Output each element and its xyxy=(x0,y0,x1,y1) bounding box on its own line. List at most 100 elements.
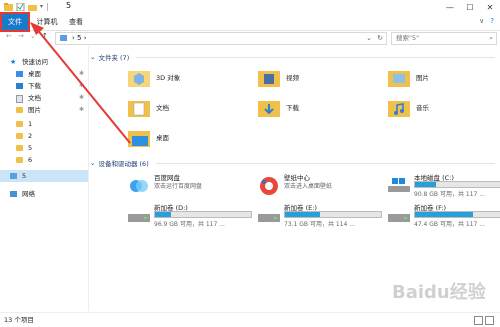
breadcrumb-chevron-icon: › xyxy=(83,34,87,42)
nav-item-folder-5[interactable]: 5 xyxy=(0,142,88,154)
chevron-down-icon: ⌄ xyxy=(90,159,96,167)
drive-usage-fill xyxy=(415,212,473,217)
music-icon xyxy=(388,101,410,117)
title-bar: ▾ | 5 — ☐ ✕ xyxy=(0,0,500,15)
folder-icon xyxy=(16,157,23,163)
item-count: 13 个项目 xyxy=(4,316,34,324)
nav-item-folder-1[interactable]: 1 xyxy=(0,118,88,130)
folders-section-header[interactable]: ⌄ 文件夹 (7) xyxy=(90,52,495,62)
device-wallpaper-center[interactable]: 壁纸中心 双击进入桌面壁纸 xyxy=(258,172,383,200)
content-pane: ⌄ 文件夹 (7) 3D 对象 视频 图片 文档 下载 音乐 桌面 ⌄ 设备和驱… xyxy=(90,46,500,311)
nav-item-downloads[interactable]: 下载 ✱ xyxy=(0,80,88,92)
section-title: 文件夹 (7) xyxy=(98,54,130,62)
drive-c[interactable]: 本地磁盘 (C:) 90.8 GB 可用，共 117 ... xyxy=(388,172,500,200)
tab-view[interactable]: 查看 xyxy=(66,14,86,30)
drive-usage-fill xyxy=(285,212,320,217)
new-folder-icon[interactable] xyxy=(28,3,37,11)
recent-dropdown-icon[interactable]: ⌄ xyxy=(30,32,36,40)
close-button[interactable]: ✕ xyxy=(480,0,500,14)
pin-icon[interactable]: ✱ xyxy=(79,80,84,92)
address-dropdown-icon[interactable]: ⌄ xyxy=(366,33,372,44)
ribbon-tabs: 文件 计算机 查看 ∨ ? xyxy=(0,12,500,32)
address-bar[interactable]: › 5 › ⌄ ↻ xyxy=(55,32,387,45)
network-icon xyxy=(10,191,17,197)
baidu-netdisk-icon xyxy=(130,180,148,192)
search-icon: ⌕ xyxy=(489,34,493,42)
nav-item-folder-6[interactable]: 6 xyxy=(0,154,88,166)
drive-usage-bar xyxy=(414,181,500,188)
nav-item-quick-access[interactable]: ★ 快速访问 xyxy=(0,56,88,68)
drive-usage-fill xyxy=(155,212,172,217)
up-icon[interactable]: ↑ xyxy=(42,32,48,40)
help-icon[interactable]: ? xyxy=(490,17,494,25)
expand-ribbon-icon[interactable]: ∨ xyxy=(479,17,484,25)
pictures-icon xyxy=(16,107,23,113)
drive-usage-fill xyxy=(415,182,437,187)
drive-usage-bar xyxy=(284,211,382,218)
pictures-icon xyxy=(388,71,410,87)
drive-usage-bar xyxy=(154,211,252,218)
desktop-icon xyxy=(128,131,150,147)
large-icons-view-icon[interactable] xyxy=(485,316,494,325)
breadcrumb-chevron-icon: › xyxy=(72,34,75,42)
device-baidu-netdisk[interactable]: 百度网盘 双击运行百度网盘 xyxy=(128,172,253,200)
drive-d[interactable]: 新加卷 (D:) 96.9 GB 可用，共 117 ... xyxy=(128,202,253,230)
tab-file[interactable]: 文件 xyxy=(0,12,30,32)
tab-computer[interactable]: 计算机 xyxy=(33,14,61,30)
downloads-icon xyxy=(258,101,280,117)
drive-icon xyxy=(388,214,410,222)
nav-item-pictures[interactable]: 图片 ✱ xyxy=(0,104,88,116)
computer-icon xyxy=(10,173,17,179)
drive-icon xyxy=(258,214,280,222)
section-divider xyxy=(155,162,495,164)
download-icon xyxy=(16,83,23,89)
qat-dropdown-icon[interactable]: ▾ xyxy=(40,3,43,10)
refresh-icon[interactable]: ↻ xyxy=(377,33,383,44)
computer-icon xyxy=(60,35,67,41)
pin-icon[interactable]: ✱ xyxy=(79,68,84,80)
drive-e[interactable]: 新加卷 (E:) 73.1 GB 可用，共 114 ... xyxy=(258,202,383,230)
documents-icon xyxy=(128,101,150,117)
nav-item-this-pc[interactable]: 5 xyxy=(0,170,88,182)
desktop-icon xyxy=(16,71,23,77)
folder-icon xyxy=(16,133,23,139)
folder-icon[interactable] xyxy=(4,2,13,11)
forward-icon[interactable]: → xyxy=(18,32,24,40)
breadcrumb[interactable]: 5 xyxy=(77,34,81,42)
document-icon xyxy=(16,95,23,103)
search-placeholder: 搜索"5" xyxy=(396,34,420,42)
maximize-button[interactable]: ☐ xyxy=(460,0,480,14)
quick-access-toolbar: ▾ | xyxy=(4,2,49,11)
pin-icon[interactable]: ✱ xyxy=(79,104,84,116)
drive-usage-bar xyxy=(414,211,500,218)
properties-icon[interactable] xyxy=(16,2,25,11)
navigation-pane: ★ 快速访问 桌面 ✱ 下载 ✱ 文档 ✱ 图片 ✱ 1 2 5 6 5 网络 xyxy=(0,46,89,311)
minimize-button[interactable]: — xyxy=(440,0,460,14)
nav-item-network[interactable]: 网络 xyxy=(0,188,88,200)
nav-item-desktop[interactable]: 桌面 ✱ xyxy=(0,68,88,80)
search-input[interactable]: 搜索"5" ⌕ xyxy=(391,32,497,45)
videos-icon xyxy=(258,71,280,87)
drive-f[interactable]: 新加卷 (F:) 47.4 GB 可用，共 117 ... xyxy=(388,202,500,230)
wallpaper-center-icon xyxy=(260,177,278,195)
back-icon[interactable]: ← xyxy=(6,32,12,40)
window-title: 5 xyxy=(66,1,72,10)
section-divider xyxy=(136,56,495,58)
status-bar: 13 个项目 xyxy=(0,312,500,327)
chevron-down-icon: ⌄ xyxy=(90,53,96,61)
pin-icon[interactable]: ✱ xyxy=(79,92,84,104)
system-drive-icon xyxy=(388,178,410,192)
drive-icon xyxy=(128,214,150,222)
details-view-icon[interactable] xyxy=(474,316,483,325)
folder-icon xyxy=(16,145,23,151)
title-separator: | xyxy=(46,2,49,11)
3d-objects-icon xyxy=(128,71,150,87)
nav-item-folder-2[interactable]: 2 xyxy=(0,130,88,142)
nav-item-documents[interactable]: 文档 ✱ xyxy=(0,92,88,104)
watermark: Baidu经验 xyxy=(392,282,486,303)
address-row: ← → ⌄ ↑ › 5 › ⌄ ↻ 搜索"5" ⌕ xyxy=(0,31,500,45)
folder-icon xyxy=(16,121,23,127)
star-icon: ★ xyxy=(10,58,17,66)
devices-section-header[interactable]: ⌄ 设备和驱动器 (6) xyxy=(90,158,495,168)
section-title: 设备和驱动器 (6) xyxy=(98,160,149,168)
